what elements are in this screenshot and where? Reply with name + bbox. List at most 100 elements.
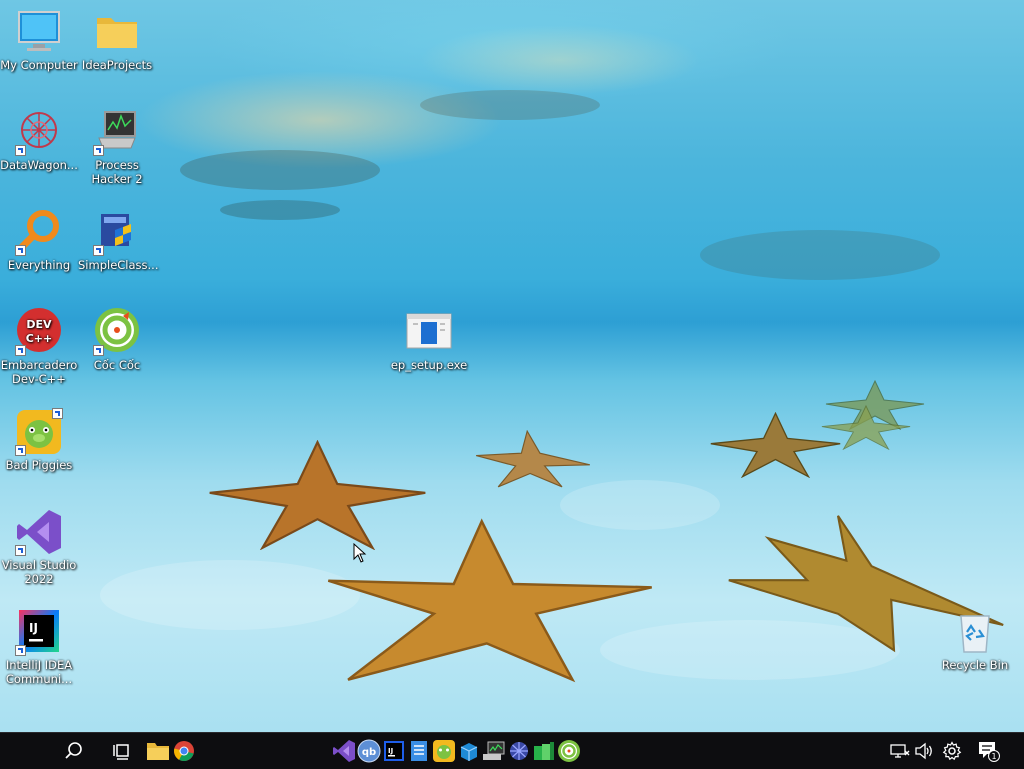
- bad-piggies-icon: [433, 740, 455, 762]
- taskbar-bad-piggies[interactable]: [431, 738, 457, 764]
- windows-logo-icon: [18, 742, 26, 750]
- starfish-image: [821, 405, 911, 450]
- icon-label: SimpleClass...: [78, 258, 159, 272]
- qbittorrent-icon: qb: [357, 739, 381, 763]
- desktop-icon-ideaprojects[interactable]: IdeaProjects: [78, 8, 156, 72]
- mouse-cursor-icon: [353, 543, 367, 563]
- shortcut-arrow-icon: [15, 345, 26, 356]
- svg-text:IJ: IJ: [388, 747, 393, 755]
- starfish-image: [476, 430, 590, 488]
- desktop-wallpaper[interactable]: My Computer IdeaProjects DataWagon... Pr…: [0, 0, 1024, 732]
- taskbar-notepad[interactable]: [406, 738, 432, 764]
- desktop-icon-recycle-bin[interactable]: Recycle Bin: [936, 608, 1014, 672]
- shortcut-arrow-icon: [52, 408, 63, 419]
- notification-icon: 1: [979, 742, 1000, 762]
- icon-label: DataWagon...: [0, 158, 78, 172]
- icon-label: Embarcadero Dev-C++: [0, 358, 78, 386]
- taskbar-chrome[interactable]: [171, 738, 197, 764]
- icon-label: Bad Piggies: [5, 458, 73, 472]
- water-ripple: [220, 200, 340, 220]
- chrome-icon: [174, 741, 194, 761]
- taskbar-qbittorrent[interactable]: qb: [356, 738, 382, 764]
- starfish-image: [327, 518, 652, 683]
- globe-icon: [510, 742, 528, 760]
- desktop-icon-bad-piggies[interactable]: Bad Piggies: [0, 408, 78, 472]
- intellij-icon: IJ: [15, 608, 63, 656]
- notification-count: 1: [991, 752, 996, 761]
- dev-cpp-icon: DEV C++: [15, 308, 63, 356]
- desktop-icon-everything[interactable]: Everything: [0, 208, 78, 272]
- icon-label: Process Hacker 2: [91, 158, 143, 186]
- process-hacker-icon: [93, 108, 141, 156]
- desktop-icon-intellij[interactable]: IJ IntelliJ IDEA Communi...: [0, 608, 78, 686]
- taskbar-green-app[interactable]: [531, 738, 557, 764]
- start-button[interactable]: [14, 738, 40, 764]
- tray-settings[interactable]: [939, 738, 965, 764]
- shortcut-arrow-icon: [93, 245, 104, 256]
- installer-icon: [93, 208, 141, 256]
- gear-icon: [942, 741, 962, 761]
- taskbar-globe-app[interactable]: [506, 738, 532, 764]
- folder-icon: [93, 8, 141, 56]
- visual-studio-icon: [333, 740, 355, 762]
- visual-studio-icon: [15, 508, 63, 556]
- svg-text:qb: qb: [362, 747, 376, 758]
- icon-label: Everything: [7, 258, 71, 272]
- task-view-icon: [113, 744, 129, 760]
- icon-label: ep_setup.exe: [390, 358, 468, 372]
- taskbar: qb IJ 1: [0, 732, 1024, 769]
- icon-label: My Computer: [0, 58, 78, 72]
- svg-text:IJ: IJ: [29, 621, 38, 635]
- notepad-icon: [411, 741, 427, 761]
- shortcut-arrow-icon: [15, 445, 26, 456]
- network-monitor-icon: [483, 741, 505, 760]
- taskbar-visual-studio[interactable]: [331, 738, 357, 764]
- desktop-icon-dev-cpp[interactable]: DEV C++ Embarcadero Dev-C++: [0, 308, 78, 386]
- water-ripple: [180, 150, 380, 190]
- icon-label: Recycle Bin: [941, 658, 1009, 672]
- desktop-icon-coc-coc[interactable]: Cốc Cốc: [78, 308, 156, 372]
- shortcut-arrow-icon: [15, 645, 26, 656]
- taskbar-file-explorer[interactable]: [145, 738, 171, 764]
- icon-label: IntelliJ IDEA Communi...: [5, 658, 73, 686]
- icon-label: IdeaProjects: [81, 58, 153, 72]
- water-ripple: [420, 90, 600, 120]
- coc-coc-icon: [558, 740, 580, 762]
- intellij-icon: IJ: [384, 741, 404, 761]
- green-app-icon: [534, 742, 554, 760]
- magnifier-icon: [15, 208, 63, 256]
- water-ripple: [700, 230, 940, 280]
- shortcut-arrow-icon: [93, 145, 104, 156]
- desktop-icon-ep-setup[interactable]: ep_setup.exe: [390, 308, 468, 372]
- action-center-button[interactable]: 1: [976, 738, 1002, 764]
- exe-file-icon: [405, 308, 453, 356]
- shortcut-arrow-icon: [15, 545, 26, 556]
- datawagon-icon: [15, 108, 63, 156]
- desktop-icon-visual-studio[interactable]: Visual Studio 2022: [0, 508, 78, 586]
- tray-volume[interactable]: [911, 738, 937, 764]
- desktop-icon-datawagon[interactable]: DataWagon...: [0, 108, 78, 172]
- shortcut-arrow-icon: [93, 345, 104, 356]
- tray-network[interactable]: [887, 738, 913, 764]
- svg-text:C++: C++: [26, 332, 53, 345]
- desktop-icon-simpleclass[interactable]: SimpleClass...: [78, 208, 159, 272]
- computer-icon: [15, 8, 63, 56]
- bad-piggies-icon: [15, 408, 63, 456]
- coc-coc-icon: [93, 308, 141, 356]
- taskbar-virtualbox[interactable]: [456, 738, 482, 764]
- svg-text:DEV: DEV: [26, 318, 52, 331]
- icon-label: Cốc Cốc: [93, 358, 141, 372]
- task-view-button[interactable]: [109, 738, 135, 764]
- desktop-icon-process-hacker[interactable]: Process Hacker 2: [78, 108, 156, 186]
- volume-icon: [915, 742, 932, 760]
- search-icon: [65, 742, 82, 759]
- virtualbox-icon: [460, 743, 478, 761]
- desktop-icon-my-computer[interactable]: My Computer: [0, 8, 78, 72]
- recycle-bin-icon: [951, 608, 999, 656]
- sand-caustic: [100, 560, 360, 630]
- icon-label: Visual Studio 2022: [1, 558, 77, 586]
- taskbar-intellij[interactable]: IJ: [381, 738, 407, 764]
- taskbar-network-monitor[interactable]: [481, 738, 507, 764]
- search-button[interactable]: [61, 738, 87, 764]
- taskbar-coc-coc[interactable]: [556, 738, 582, 764]
